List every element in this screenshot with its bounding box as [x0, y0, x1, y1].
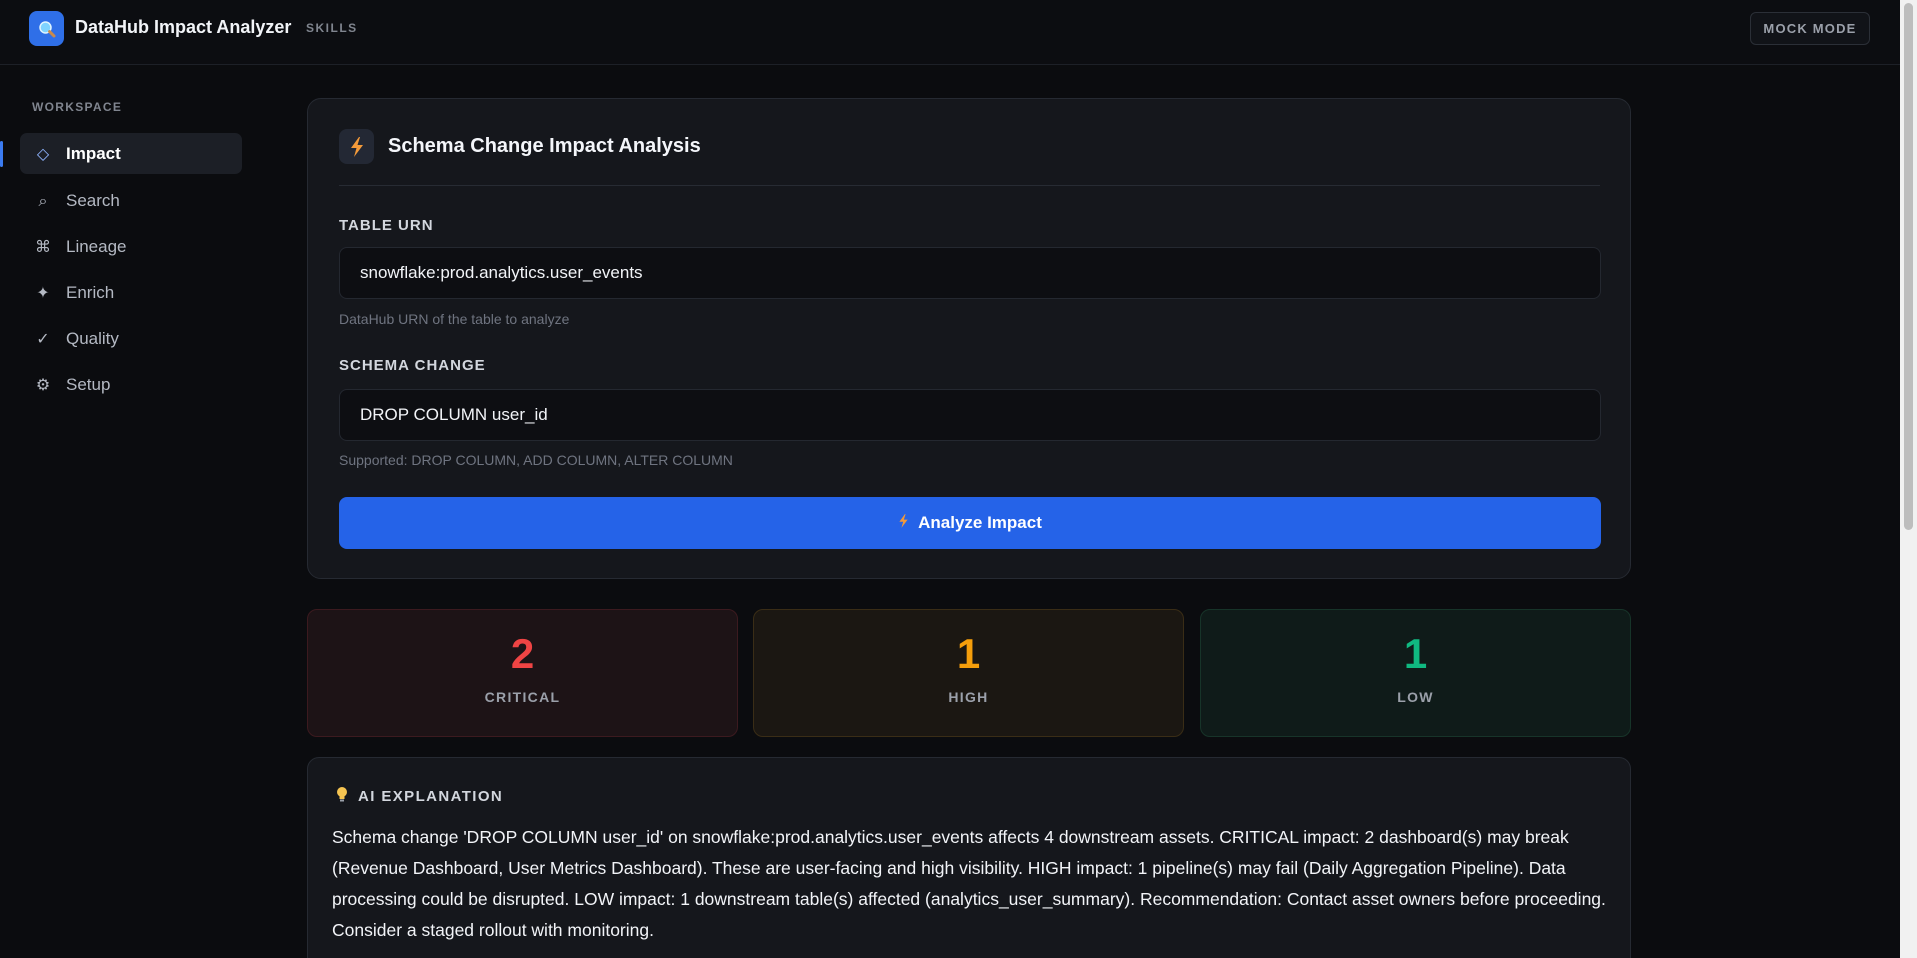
sidebar-item-label: Setup — [66, 374, 111, 394]
sidebar-item-search[interactable]: ⌕ Search — [20, 180, 242, 221]
table-urn-hint: DataHub URN of the table to analyze — [339, 311, 570, 327]
sidebar-item-label: Quality — [66, 328, 119, 348]
ai-explanation-text: Schema change 'DROP COLUMN user_id' on s… — [332, 827, 1606, 940]
mock-mode-button[interactable]: MOCK MODE — [1750, 12, 1870, 45]
scrollbar-thumb[interactable] — [1904, 3, 1913, 530]
page-scrollbar[interactable] — [1900, 0, 1917, 958]
analyze-button-label: Analyze Impact — [918, 513, 1042, 532]
critical-count: 2 — [510, 630, 535, 677]
schema-change-label: SCHEMA CHANGE — [339, 357, 486, 374]
table-urn-label: TABLE URN — [339, 217, 434, 234]
sidebar-heading: WORKSPACE — [32, 100, 123, 114]
impact-analysis-card: Schema Change Impact Analysis TABLE URN … — [307, 98, 1631, 579]
app-title: DataHub Impact Analyzer — [75, 17, 292, 37]
low-label: LOW — [1397, 689, 1434, 705]
ai-heading-label: AI EXPLANATION — [358, 787, 504, 805]
top-bar: DataHub Impact Analyzer SKILLS MOCK MODE — [0, 0, 1900, 65]
command-icon: ⌘ — [35, 237, 51, 256]
active-nav-marker — [0, 141, 3, 167]
lightbulb-icon — [336, 786, 348, 806]
check-icon: ✓ — [36, 329, 50, 348]
lightning-icon — [898, 513, 909, 534]
high-count: 1 — [956, 630, 981, 677]
sidebar-item-setup[interactable]: ⚙ Setup — [20, 364, 242, 405]
high-stat-card: 1 HIGH — [753, 609, 1184, 737]
diamond-icon: ◇ — [36, 144, 50, 163]
sidebar-item-label: Search — [66, 190, 120, 210]
search-icon: ⌕ — [38, 190, 48, 210]
schema-change-input[interactable] — [339, 389, 1601, 441]
magnifier-icon[interactable] — [29, 11, 64, 46]
lightning-icon — [339, 129, 374, 164]
app-subtitle: SKILLS — [306, 21, 358, 35]
critical-label: CRITICAL — [484, 689, 561, 705]
sparkle-icon: ✦ — [36, 283, 50, 302]
sidebar-item-quality[interactable]: ✓ Quality — [20, 318, 242, 359]
critical-stat-card: 2 CRITICAL — [307, 609, 738, 737]
analyze-impact-button[interactable]: Analyze Impact — [339, 497, 1601, 549]
sidebar-item-label: Impact — [66, 143, 121, 163]
sidebar-item-lineage[interactable]: ⌘ Lineage — [20, 226, 242, 267]
ai-explanation-card: AI EXPLANATION Schema change 'DROP COLUM… — [307, 757, 1631, 958]
low-count: 1 — [1403, 630, 1428, 677]
gear-icon: ⚙ — [35, 375, 51, 394]
low-stat-card: 1 LOW — [1200, 609, 1631, 737]
sidebar-item-enrich[interactable]: ✦ Enrich — [20, 272, 242, 313]
sidebar-item-label: Lineage — [66, 236, 127, 256]
sidebar-item-impact[interactable]: ◇ Impact — [20, 133, 242, 174]
schema-change-hint: Supported: DROP COLUMN, ADD COLUMN, ALTE… — [339, 452, 733, 468]
card-title: Schema Change Impact Analysis — [388, 135, 701, 157]
sidebar-item-label: Enrich — [66, 282, 115, 302]
high-label: HIGH — [948, 689, 989, 705]
ai-explanation-heading: AI EXPLANATION — [336, 786, 503, 806]
table-urn-input[interactable] — [339, 247, 1601, 299]
card-divider — [339, 185, 1600, 186]
